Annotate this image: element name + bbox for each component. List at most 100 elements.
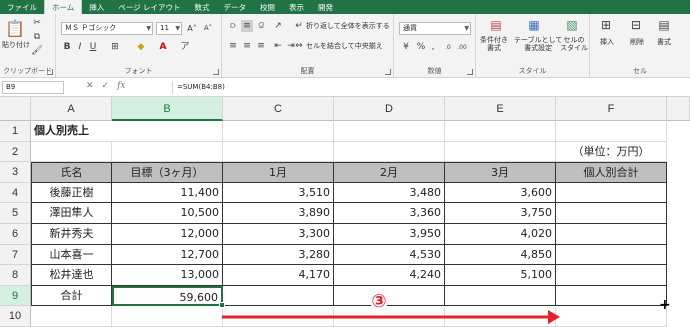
table-cell-E5[interactable]: 3,750	[445, 203, 556, 224]
selected-cell-B9[interactable]: 59,600	[112, 285, 223, 307]
cell-C10[interactable]	[223, 306, 334, 327]
merge-center-button[interactable]: セルを結合して中央揃え	[306, 42, 383, 51]
cell-styles-icon[interactable]: ▧	[564, 17, 580, 33]
currency-icon[interactable]: ¥	[399, 41, 413, 53]
table-cell-C6[interactable]: 3,300	[223, 224, 334, 245]
alignment-launcher-icon[interactable]	[385, 69, 391, 75]
row-header-8[interactable]: 8	[0, 265, 31, 286]
cell-B2[interactable]	[112, 141, 223, 163]
cut-icon[interactable]: ✂	[32, 18, 42, 28]
tab-4[interactable]: 数式	[188, 0, 217, 14]
border-icon[interactable]: ⊞	[108, 41, 122, 53]
row-header-6[interactable]: 6	[0, 224, 31, 245]
row-header-7[interactable]: 7	[0, 244, 31, 266]
grow-font-icon[interactable]: A˄	[186, 23, 198, 34]
table-cell-D4[interactable]: 3,480	[334, 182, 445, 204]
phonetic-icon[interactable]: ア	[178, 41, 192, 53]
row-header-2[interactable]: 2	[0, 141, 31, 163]
column-header-F[interactable]: F	[556, 97, 667, 121]
decrease-indent-icon[interactable]: ⇤	[272, 40, 284, 52]
insert-cells-button[interactable]: 挿入	[600, 38, 614, 47]
align-right-icon[interactable]: ≡	[255, 40, 267, 52]
column-header-D[interactable]: D	[334, 97, 445, 121]
table-cell-F5[interactable]	[556, 203, 667, 224]
cell-A10[interactable]	[31, 306, 112, 327]
number-format-combo[interactable]: 通貨 ▼	[399, 22, 471, 35]
table-cell-B4[interactable]: 11,400	[112, 182, 223, 204]
align-center-icon[interactable]: ≡	[241, 40, 253, 52]
cell-F1[interactable]	[556, 121, 667, 142]
align-bottom-icon[interactable]: ⫑	[255, 20, 267, 32]
percent-icon[interactable]: %	[416, 41, 426, 53]
cell-E2[interactable]	[445, 141, 556, 163]
table-cell-B8[interactable]: 13,000	[112, 265, 223, 286]
table-header-A[interactable]: 氏名	[31, 162, 112, 183]
cell-D2[interactable]	[334, 141, 445, 163]
format-cells-button[interactable]: 書式	[657, 38, 671, 47]
paste-button[interactable]: 貼り付け	[2, 41, 30, 50]
select-all-corner[interactable]	[0, 97, 31, 121]
font-name-combo[interactable]: ＭＳ Ｐゴシック ▼	[61, 22, 153, 35]
enter-icon[interactable]: ✓	[102, 81, 110, 91]
column-header-B[interactable]: B	[112, 97, 223, 121]
align-left-icon[interactable]: ≡	[227, 40, 239, 52]
comma-icon[interactable]: ,	[428, 41, 438, 53]
table-cell-B6[interactable]: 12,000	[112, 224, 223, 245]
shrink-font-icon[interactable]: A˅	[202, 23, 214, 34]
total-cell-D9[interactable]	[334, 285, 445, 307]
table-cell-C4[interactable]: 3,510	[223, 182, 334, 204]
cell-A2[interactable]	[31, 141, 112, 163]
cancel-icon[interactable]: ✕	[86, 81, 94, 91]
decrease-decimal-icon[interactable]: .00	[456, 41, 468, 53]
total-cell-E9[interactable]	[445, 285, 556, 307]
table-cell-F8[interactable]	[556, 265, 667, 286]
orientation-icon[interactable]: ↗	[272, 20, 284, 32]
clipboard-launcher-icon[interactable]	[47, 69, 53, 75]
tab-5[interactable]: データ	[217, 0, 254, 14]
tab-2[interactable]: 挿入	[82, 0, 111, 14]
delete-cells-button[interactable]: 削除	[630, 38, 644, 47]
row-header-5[interactable]: 5	[0, 203, 31, 224]
row-header-1[interactable]: 1	[0, 121, 31, 142]
align-middle-icon[interactable]: ≡	[241, 20, 253, 32]
table-header-B[interactable]: 目標（3ヶ月）	[112, 162, 223, 183]
table-cell-B5[interactable]: 10,500	[112, 203, 223, 224]
font-size-combo[interactable]: 11 ▼	[156, 22, 182, 35]
total-cell-F9[interactable]	[556, 285, 667, 307]
tab-1[interactable]: ホーム	[44, 0, 83, 14]
fill-color-icon[interactable]: ◆	[134, 41, 148, 53]
cell-F10[interactable]	[556, 306, 667, 327]
formula-input[interactable]: =SUM(B4:B8)	[172, 81, 688, 94]
table-cell-E4[interactable]: 3,600	[445, 182, 556, 204]
paste-icon[interactable]: 📋	[5, 17, 25, 39]
row-header-10[interactable]: 10	[0, 306, 31, 327]
table-cell-F7[interactable]	[556, 244, 667, 266]
table-cell-A4[interactable]: 後藤正樹	[31, 182, 112, 204]
table-cell-D8[interactable]: 4,240	[334, 265, 445, 286]
table-cell-D5[interactable]: 3,360	[334, 203, 445, 224]
wrap-text-button[interactable]: 折り返して全体を表示する	[306, 22, 390, 31]
underline-icon[interactable]: U	[88, 41, 98, 53]
cell-E1[interactable]	[445, 121, 556, 142]
column-header-A[interactable]: A	[31, 97, 112, 121]
table-cell-A7[interactable]: 山本喜一	[31, 244, 112, 266]
row-header-3[interactable]: 3	[0, 162, 31, 183]
table-cell-D6[interactable]: 3,950	[334, 224, 445, 245]
cell-B10[interactable]	[112, 306, 223, 327]
tab-8[interactable]: 開発	[311, 0, 340, 14]
table-cell-A5[interactable]: 澤田隼人	[31, 203, 112, 224]
align-top-icon[interactable]: ⫐	[227, 20, 239, 32]
conditional-format-icon[interactable]: ▤	[488, 17, 504, 33]
table-cell-A8[interactable]: 松井達也	[31, 265, 112, 286]
bold-icon[interactable]: B	[62, 41, 72, 53]
fill-handle[interactable]	[219, 302, 225, 309]
total-cell-C9[interactable]	[223, 285, 334, 307]
tab-7[interactable]: 表示	[282, 0, 311, 14]
italic-icon[interactable]: I	[75, 41, 85, 53]
sheet-title[interactable]: 個人別売上	[31, 121, 223, 142]
increase-decimal-icon[interactable]: .0	[442, 41, 454, 53]
table-cell-B7[interactable]: 12,700	[112, 244, 223, 266]
cell-E10[interactable]	[445, 306, 556, 327]
merge-center-icon[interactable]: ⇔	[294, 40, 304, 52]
column-header-E[interactable]: E	[445, 97, 556, 121]
